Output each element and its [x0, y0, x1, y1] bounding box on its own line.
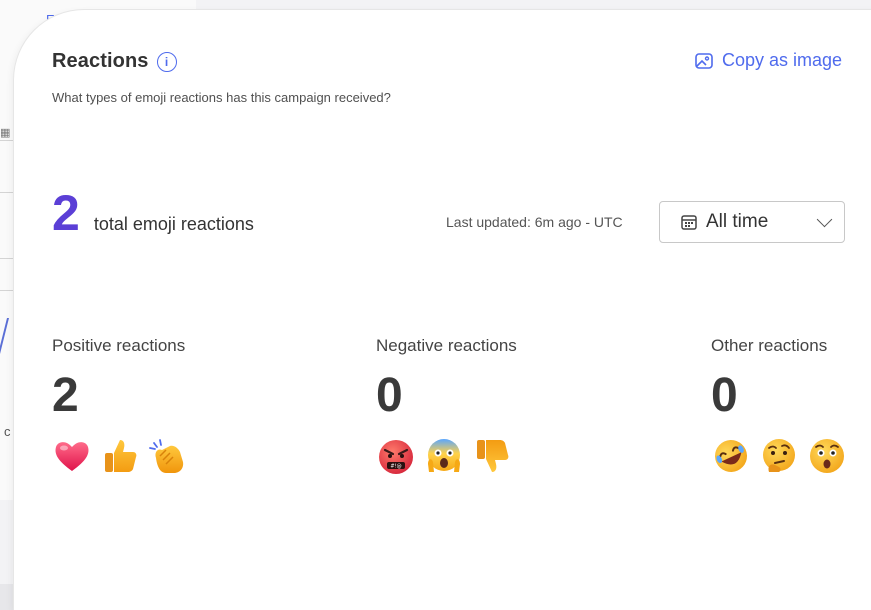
surprised-face-emoji-icon — [810, 439, 844, 473]
negative-reactions-label: Negative reactions — [376, 336, 517, 355]
total-reactions: 2 total emoji reactions — [52, 188, 254, 238]
background-divider — [0, 290, 14, 291]
negative-reactions-column: Negative reactions 0 #!@ — [376, 336, 520, 476]
thinking-face-emoji-icon — [763, 439, 795, 472]
background-divider — [0, 258, 14, 259]
background-divider — [0, 140, 14, 141]
timeframe-dropdown[interactable]: All time — [659, 201, 845, 243]
other-reactions-column: Other reactions 0 — [711, 336, 855, 476]
reactions-card-content: Reactions i What types of emoji reaction… — [52, 10, 871, 610]
heart-emoji-icon — [55, 442, 89, 471]
other-emoji-list — [711, 436, 855, 476]
positive-reactions-count: 2 — [52, 369, 79, 422]
screaming-face-emoji-icon — [428, 439, 460, 472]
timeframe-selected: All time — [706, 211, 769, 232]
last-updated-text: Last updated: 6m ago - UTC — [446, 214, 623, 230]
background-calendar-icon: ▦ — [0, 127, 11, 139]
image-icon — [695, 52, 713, 69]
clapping-hands-emoji-icon — [149, 439, 184, 473]
card-title: Reactions — [52, 50, 149, 72]
other-reactions-count: 0 — [711, 369, 738, 422]
rolling-laughing-emoji-icon — [715, 440, 747, 472]
total-reactions-count: 2 — [52, 185, 80, 241]
copy-as-image-label: Copy as image — [722, 50, 843, 70]
other-reactions-label: Other reactions — [711, 336, 828, 355]
total-reactions-label: total emoji reactions — [93, 214, 254, 234]
copy-as-image-button[interactable]: Copy as image — [694, 50, 842, 71]
thumbs-up-emoji-icon — [105, 440, 137, 472]
background-divider — [0, 192, 14, 193]
calendar-icon — [681, 215, 697, 230]
svg-text:#!@: #!@ — [390, 464, 401, 470]
chevron-down-icon — [816, 211, 833, 227]
positive-emoji-list — [52, 436, 196, 476]
positive-reactions-column: Positive reactions 2 — [52, 336, 196, 476]
negative-reactions-count: 0 — [376, 369, 403, 422]
reactions-card: Reactions i What types of emoji reaction… — [14, 10, 871, 610]
thumbs-down-emoji-icon — [477, 440, 509, 472]
negative-emoji-list: #!@ — [376, 436, 520, 476]
card-subtitle: What types of emoji reactions has this c… — [52, 90, 391, 105]
positive-reactions-label: Positive reactions — [52, 336, 186, 355]
info-icon[interactable]: i — [156, 51, 177, 72]
background-cut-text: c — [4, 424, 11, 439]
card-header: Reactions i — [52, 50, 177, 73]
angry-face-emoji-icon: #!@ — [379, 440, 413, 474]
